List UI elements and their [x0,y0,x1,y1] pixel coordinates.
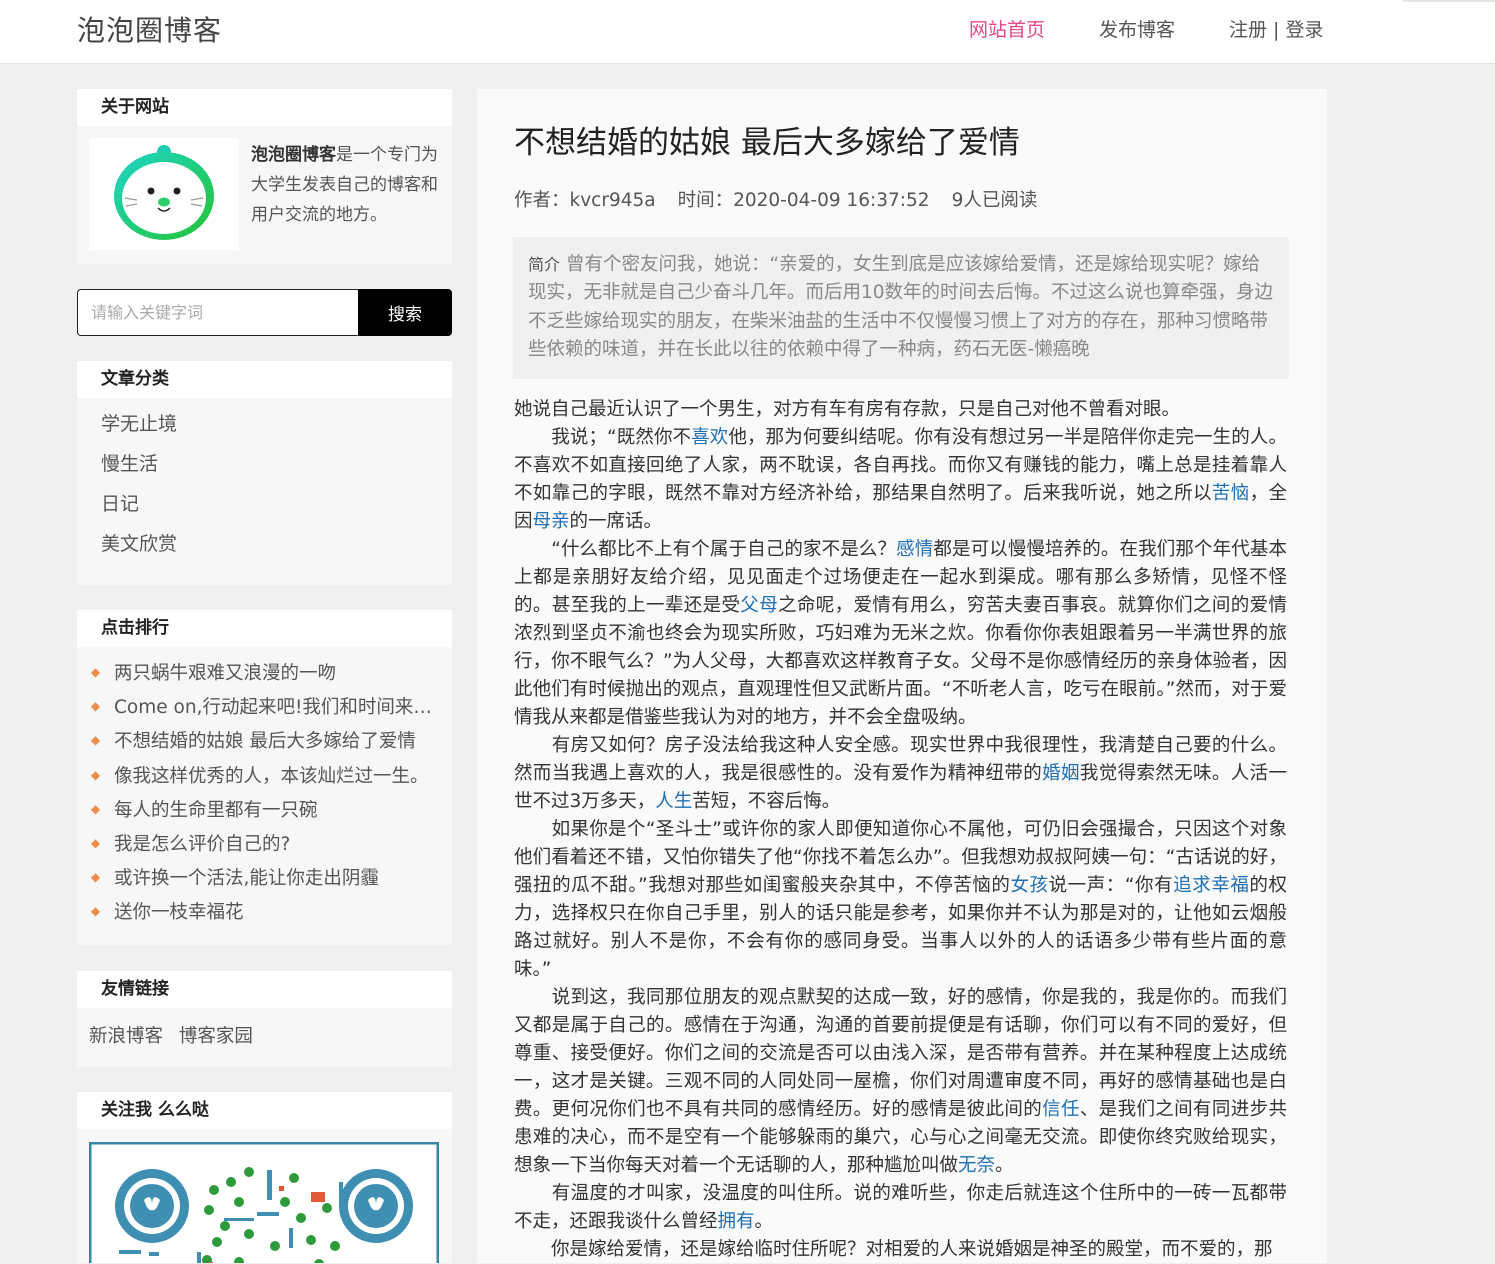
article-content: 她说自己最近认识了一个男生，对方有车有房有存款，只是自己对他不曾看对眼。 我说；… [514,396,1287,1264]
corner-divider [1403,0,1495,2]
category-item[interactable]: 日记 [101,484,452,524]
bullet-icon: ◆ [90,767,101,782]
paragraph-text: “什么都比不上有个属于自己的家不是么？ [514,539,897,560]
register-link[interactable]: 注册 [1229,19,1267,41]
rank-link[interactable]: 不想结婚的姑娘 最后大多嫁给了爱情 [114,727,434,753]
keyword-link[interactable]: 信任 [1042,1099,1080,1120]
follow-title: 关注我 么么哒 [77,1092,452,1129]
summary-label: 简介 [528,255,561,274]
follow-panel: 关注我 么么哒 [77,1092,452,1263]
bullet-icon: ◆ [90,665,101,680]
categories-panel: 文章分类 学无止境 慢生活 日记 美文欣赏 [77,361,452,585]
site-mascot-logo [89,138,239,250]
category-item[interactable]: 慢生活 [101,444,452,484]
rank-list-item[interactable]: ◆ 送你一枝幸福花 [77,894,452,928]
auth-separator: | [1267,19,1286,41]
article-paragraph: “什么都比不上有个属于自己的家不是么？感情都是可以慢慢培养的。在我们那个年代基本… [514,536,1287,732]
keyword-link[interactable]: 母亲 [533,511,570,532]
rank-link[interactable]: 送你一枝幸福花 [114,898,434,924]
categories-title: 文章分类 [77,361,452,398]
article-paragraph: 有房又如何？房子没法给我这种人安全感。现实世界中我很理性，我清楚自己要的什么。然… [514,732,1287,816]
login-link[interactable]: 登录 [1286,19,1324,41]
article-paragraph: 她说自己最近认识了一个男生，对方有车有房有存款，只是自己对他不曾看对眼。 [514,396,1287,424]
keyword-link[interactable]: 婚姻 [1042,763,1080,784]
qr-code-image [88,1141,440,1263]
paragraph-text: 你是嫁给爱情，还是嫁给临时住所呢？对相爱的人来说婚姻是神圣的殿堂，而不爱的，那 [514,1239,1273,1260]
bullet-icon: ◆ [90,733,101,748]
keyword-link[interactable]: 人生 [655,791,692,812]
article-panel: 不想结婚的姑娘 最后大多嫁给了爱情 作者：kvcr945a 时间：2020-04-… [477,89,1327,1263]
rank-link[interactable]: 我是怎么评价自己的? [114,830,434,856]
bullet-icon: ◆ [90,904,101,919]
paragraph-text: 苦短，不容后悔。 [692,791,841,812]
friend-links-panel: 友情链接 新浪博客 博客家园 [77,971,452,1067]
article-reads: 9人已阅读 [951,190,1038,211]
about-description: 泡泡圈博客是一个专门为大学生发表自己的博客和用户交流的地方。 [251,140,441,230]
rank-link[interactable]: 两只蜗牛艰难又浪漫的一吻 [114,659,434,685]
article-title: 不想结婚的姑娘 最后大多嫁给了爱情 [514,125,1020,161]
keyword-link[interactable]: 父母 [740,595,778,616]
article-paragraph: 我说；“既然你不喜欢他，那为何要纠结呢。你有没有想过另一半是陪伴你走完一生的人。… [514,424,1287,536]
paragraph-text: 她说自己最近认识了一个男生，对方有车有房有存款，只是自己对他不曾看对眼。 [514,399,1181,420]
keyword-link[interactable]: 女孩 [1011,875,1049,896]
keyword-link[interactable]: 拥有 [718,1211,755,1232]
rank-link[interactable]: Come on,行动起来吧!我们和时间来… [114,693,434,719]
paragraph-text: 。 [754,1211,774,1232]
article-paragraph: 如果你是个“圣斗士”或许你的家人即便知道你心不属他，可仍旧会强撮合，只因这个对象… [514,816,1287,984]
bullet-icon: ◆ [90,870,101,885]
rank-list-item[interactable]: ◆ 我是怎么评价自己的? [77,826,452,860]
rank-list-item[interactable]: ◆ 或许换一个活法,能让你走出阴霾 [77,860,452,894]
site-logo[interactable]: 泡泡圈博客 [77,9,222,49]
about-site-name: 泡泡圈博客 [251,145,336,165]
keyword-link[interactable]: 追求幸福 [1173,875,1249,896]
rank-list-item[interactable]: ◆ 不想结婚的姑娘 最后大多嫁给了爱情 [77,723,452,757]
paragraph-text: 。 [995,1155,1014,1176]
article-time: 时间：2020-04-09 16:37:52 [677,190,930,211]
rank-list-item[interactable]: ◆ Come on,行动起来吧!我们和时间来… [77,689,452,723]
ranking-panel: 点击排行 ◆ 两只蜗牛艰难又浪漫的一吻 ◆ Come on,行动起来吧!我们和时间来… [77,610,452,945]
rank-list-item[interactable]: ◆ 两只蜗牛艰难又浪漫的一吻 [77,655,452,689]
article-paragraph: 你是嫁给爱情，还是嫁给临时住所呢？对相爱的人来说婚姻是神圣的殿堂，而不爱的，那 [514,1236,1287,1264]
bullet-icon: ◆ [90,836,101,851]
about-panel: 关于网站 泡泡圈博客是一个专门为大学生发表自己的博客和用户交流的地方。 [77,89,452,264]
friend-link[interactable]: 博客家园 [179,1026,253,1047]
keyword-link[interactable]: 无奈 [958,1155,995,1176]
paragraph-text: 有温度的才叫家，没温度的叫住所。说的难听些，你走后就连这个住所中的一砖一瓦都带不… [514,1183,1287,1232]
top-navbar: 泡泡圈博客 网站首页 发布博客 注册 | 登录 [0,0,1495,64]
summary-text: 曾有个密友问我，她说：“亲爱的，女生到底是应该嫁给爱情，还是嫁给现实呢？嫁给现实… [528,254,1274,361]
friend-link[interactable]: 新浪博客 [89,1026,163,1047]
nav-publish-blog[interactable]: 发布博客 [1099,15,1175,42]
bullet-icon: ◆ [90,699,101,714]
rank-link[interactable]: 每人的生命里都有一只碗 [114,796,434,822]
rank-list-item[interactable]: ◆ 像我这样优秀的人，本该灿烂过一生。 [77,758,452,792]
ranking-title: 点击排行 [77,610,452,647]
keyword-link[interactable]: 感情 [896,539,933,560]
rank-link[interactable]: 像我这样优秀的人，本该灿烂过一生。 [114,762,434,788]
about-title: 关于网站 [77,89,452,126]
bullet-icon: ◆ [90,801,101,816]
paragraph-text: 的一席话。 [569,511,663,532]
auth-links: 注册 | 登录 [1229,15,1324,42]
article-author: 作者：kvcr945a [514,190,656,211]
article-summary: 简介 曾有个密友问我，她说：“亲爱的，女生到底是应该嫁给爱情，还是嫁给现实呢？嫁给… [513,237,1289,379]
category-item[interactable]: 学无止境 [101,404,452,444]
category-item[interactable]: 美文欣赏 [101,524,452,564]
search-input[interactable] [77,289,359,336]
article-paragraph: 说到这，我同那位朋友的观点默契的达成一致，好的感情，你是我的，我是你的。而我们又… [514,984,1287,1180]
nav-home[interactable]: 网站首页 [969,15,1045,42]
search-button[interactable]: 搜索 [358,289,452,336]
keyword-link[interactable]: 喜欢 [691,427,728,448]
article-meta: 作者：kvcr945a 时间：2020-04-09 16:37:52 9人已阅读 [514,186,1059,212]
rank-link[interactable]: 或许换一个活法,能让你走出阴霾 [114,864,434,890]
rank-list-item[interactable]: ◆ 每人的生命里都有一只碗 [77,792,452,826]
article-paragraph: 有温度的才叫家，没温度的叫住所。说的难听些，你走后就连这个住所中的一砖一瓦都带不… [514,1180,1287,1236]
paragraph-text: 我说；“既然你不 [514,427,692,448]
paragraph-text: 说一声：“你有 [1048,875,1174,896]
search-box: 搜索 [77,289,452,336]
keyword-link[interactable]: 苦恼 [1212,483,1250,504]
friend-links-title: 友情链接 [77,971,452,1008]
